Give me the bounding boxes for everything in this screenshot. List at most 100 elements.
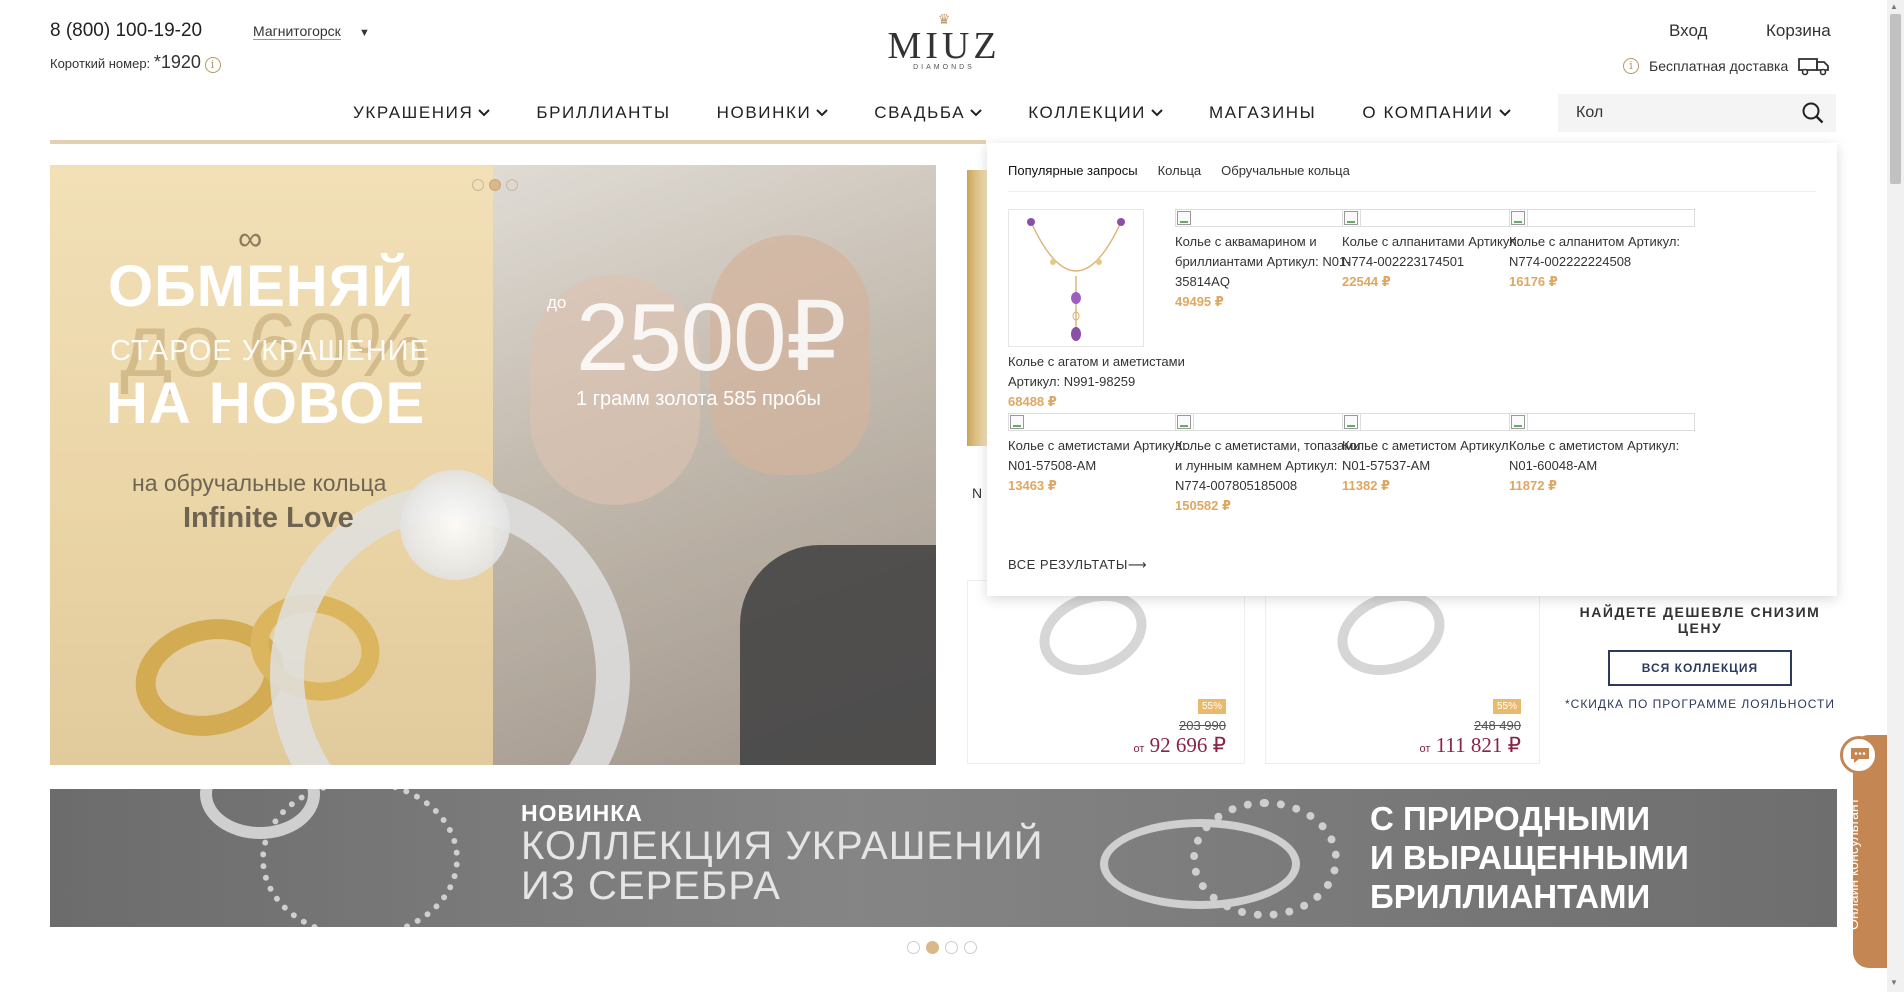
all-results-link[interactable]: ВСЕ РЕЗУЛЬТАТЫ⟶ <box>1008 557 1147 573</box>
chevron-down-icon <box>816 109 829 117</box>
hero-title-3: НА НОВОЕ <box>106 371 426 436</box>
suggestion-title: Колье с алпанитами Артикул: N774-0022231… <box>1342 234 1521 269</box>
header-phone[interactable]: 8 (800) 100-19-20 <box>50 20 202 42</box>
chevron-down-icon <box>1151 109 1163 117</box>
suggestion-price: 150582 ₽ <box>1175 498 1232 513</box>
suggestion-price: 11382 ₽ <box>1342 478 1391 493</box>
suggestion-title: Колье с алпанитом Артикул: N774-00222222… <box>1509 234 1681 269</box>
city-selector[interactable]: Магнитогорск <box>253 23 341 40</box>
chevron-down-icon <box>478 109 491 117</box>
silver-collection-banner[interactable]: НОВИНКА КОЛЛЕКЦИЯ УКРАШЕНИЙ ИЗ СЕРЕБРА С… <box>50 789 1837 927</box>
nav-item-wedding[interactable]: СВАДЬБА <box>874 103 982 123</box>
suggestion-price: 13463 ₽ <box>1008 478 1057 493</box>
nav-label: УКРАШЕНИЯ <box>353 103 474 122</box>
online-consultant-label[interactable]: Онлайн консультант <box>1845 780 1861 930</box>
nav-item-collections[interactable]: КОЛЛЕКЦИИ <box>1028 103 1163 123</box>
product-card[interactable]: 55% 248 490 от 111 821 ₽ <box>1265 576 1540 764</box>
main-nav: УКРАШЕНИЯ БРИЛЛИАНТЫ НОВИНКИ СВАДЬБА КОЛ… <box>353 103 1557 123</box>
tab-rings[interactable]: Кольца <box>1158 163 1202 178</box>
hero-price-prefix: до <box>547 293 567 312</box>
product-image-partial <box>967 170 987 446</box>
site-logo[interactable]: ♛ MIUZ DIAMONDS <box>886 12 1002 71</box>
nav-item-diamonds[interactable]: БРИЛЛИАНТЫ <box>536 103 670 123</box>
suggestion-tabs: Популярные запросы Кольца Обручальные ко… <box>1008 163 1350 178</box>
suggestion-title: Колье с аметистом Артикул: N01-57537-AM <box>1342 438 1513 473</box>
info-icon[interactable]: i <box>204 56 221 73</box>
suggestion-item[interactable]: Колье с агатом и аметистами Артикул: N99… <box>1008 209 1194 412</box>
banner-dots <box>907 941 977 954</box>
broken-image-icon <box>1509 413 1695 431</box>
suggestion-title: Колье с аметистом Артикул: N01-60048-AM <box>1509 438 1680 473</box>
suggestion-item[interactable]: Колье с алпанитами Артикул: N774-0022231… <box>1342 209 1528 292</box>
nav-label: МАГАЗИНЫ <box>1208 103 1317 122</box>
truck-icon <box>1798 58 1830 76</box>
chevron-down-icon <box>970 109 982 117</box>
suggestion-price: 68488 ₽ <box>1008 394 1057 409</box>
nav-item-about[interactable]: О КОМПАНИИ <box>1362 103 1511 123</box>
nav-item-jewelry[interactable]: УКРАШЕНИЯ <box>353 103 491 123</box>
city-caret-icon[interactable]: ▼ <box>359 27 370 39</box>
free-delivery[interactable]: i Бесплатная доставка <box>1623 56 1830 76</box>
scroll-up-arrow-icon[interactable]: ▲ <box>1890 2 1898 11</box>
logo-crown-icon: ♛ <box>937 11 951 27</box>
login-link[interactable]: Вход <box>1669 21 1707 41</box>
banner-right-3: БРИЛЛИАНТАМИ <box>1370 878 1651 915</box>
price-prefix: от <box>1419 743 1431 755</box>
necklace-image <box>1008 209 1144 347</box>
all-collection-button[interactable]: ВСЯ КОЛЛЕКЦИЯ <box>1608 650 1792 686</box>
slider-dot[interactable] <box>907 941 920 954</box>
product-card[interactable]: 55% 203 990 от 92 696 ₽ <box>967 576 1245 764</box>
nav-label: КОЛЛЕКЦИИ <box>1028 103 1146 122</box>
slider-dot[interactable] <box>945 941 958 954</box>
hero-slider[interactable]: ∞ до 60% ОБМЕНЯЙ СТАРОЕ УКРАШЕНИЕ НА НОВ… <box>50 165 936 765</box>
search-icon[interactable] <box>1802 102 1824 124</box>
suggestion-price: 49495 ₽ <box>1175 294 1224 309</box>
price-prefix: от <box>1133 743 1145 755</box>
nav-label: СВАДЬБА <box>874 103 966 122</box>
scrollbar-thumb[interactable] <box>1890 14 1901 184</box>
suggestion-item[interactable]: Колье с аметистом Артикул: N01-57537-AM … <box>1342 413 1528 496</box>
short-number-label: Короткий номер: <box>50 56 151 71</box>
price-match-promo: НАЙДЕТЕ ДЕШЕВЛЕ СНИЗИМ ЦЕНУ ВСЯ КОЛЛЕКЦИ… <box>1560 604 1840 711</box>
suggestion-title: Колье с аквамарином и бриллиантами Артик… <box>1175 234 1351 289</box>
banner-new-label: НОВИНКА <box>521 800 643 826</box>
promo-title: НАЙДЕТЕ ДЕШЕВЛЕ СНИЗИМ ЦЕНУ <box>1579 604 1821 636</box>
old-price: 248 490 <box>1474 718 1521 733</box>
nav-item-stores[interactable]: МАГАЗИНЫ <box>1209 103 1316 123</box>
chat-icon <box>1851 748 1869 763</box>
slider-dot[interactable] <box>472 179 484 191</box>
slider-dot-active[interactable] <box>926 941 939 954</box>
cart-link[interactable]: Корзина <box>1766 21 1831 41</box>
divider <box>1008 191 1816 192</box>
discount-badge: 55% <box>1492 699 1521 714</box>
delivery-info-icon[interactable]: i <box>1623 58 1639 74</box>
scroll-down-arrow-icon[interactable]: ▼ <box>1890 978 1898 987</box>
nav-item-new[interactable]: НОВИНКИ <box>717 103 829 123</box>
suggestion-item[interactable]: Колье с аметистом Артикул: N01-60048-AM … <box>1509 413 1695 496</box>
slider-dot[interactable] <box>506 179 518 191</box>
suggestion-item[interactable]: Колье с аметистами, топазами и лунным ка… <box>1175 413 1361 516</box>
broken-image-icon <box>1342 413 1528 431</box>
search-suggestions: Популярные запросы Кольца Обручальные ко… <box>987 143 1837 596</box>
slider-dot-active[interactable] <box>489 179 501 191</box>
chat-bubble-icon[interactable] <box>1840 736 1878 774</box>
slider-dot[interactable] <box>964 941 977 954</box>
suggestion-item[interactable]: Колье с алпанитом Артикул: N774-00222222… <box>1509 209 1695 292</box>
suggestion-item[interactable]: Колье с аквамарином и бриллиантами Артик… <box>1175 209 1361 312</box>
search-input[interactable] <box>1576 102 1796 124</box>
banner-right-2: И ВЫРАЩЕННЫМИ <box>1370 839 1689 876</box>
short-number-value[interactable]: *1920 <box>154 52 201 72</box>
suggestion-price: 16176 ₽ <box>1509 274 1558 289</box>
suggestion-title: Колье с аметистами, топазами и лунным ка… <box>1175 438 1361 493</box>
price-value: 92 696 ₽ <box>1149 733 1226 757</box>
tab-popular[interactable]: Популярные запросы <box>1008 163 1138 178</box>
broken-image-icon <box>1175 413 1361 431</box>
suggestion-price: 22544 ₽ <box>1342 274 1391 289</box>
search-box <box>1558 94 1836 132</box>
chevron-down-icon <box>1498 109 1511 117</box>
hero-price: 2500₽ <box>576 284 847 391</box>
banner-title-2: ИЗ СЕРЕБРА <box>521 864 781 908</box>
product-price: от 111 821 ₽ <box>1420 733 1521 758</box>
tab-wedding-rings[interactable]: Обручальные кольца <box>1221 163 1350 178</box>
suggestion-item[interactable]: Колье с аметистами Артикул: N01-57508-AM… <box>1008 413 1194 496</box>
